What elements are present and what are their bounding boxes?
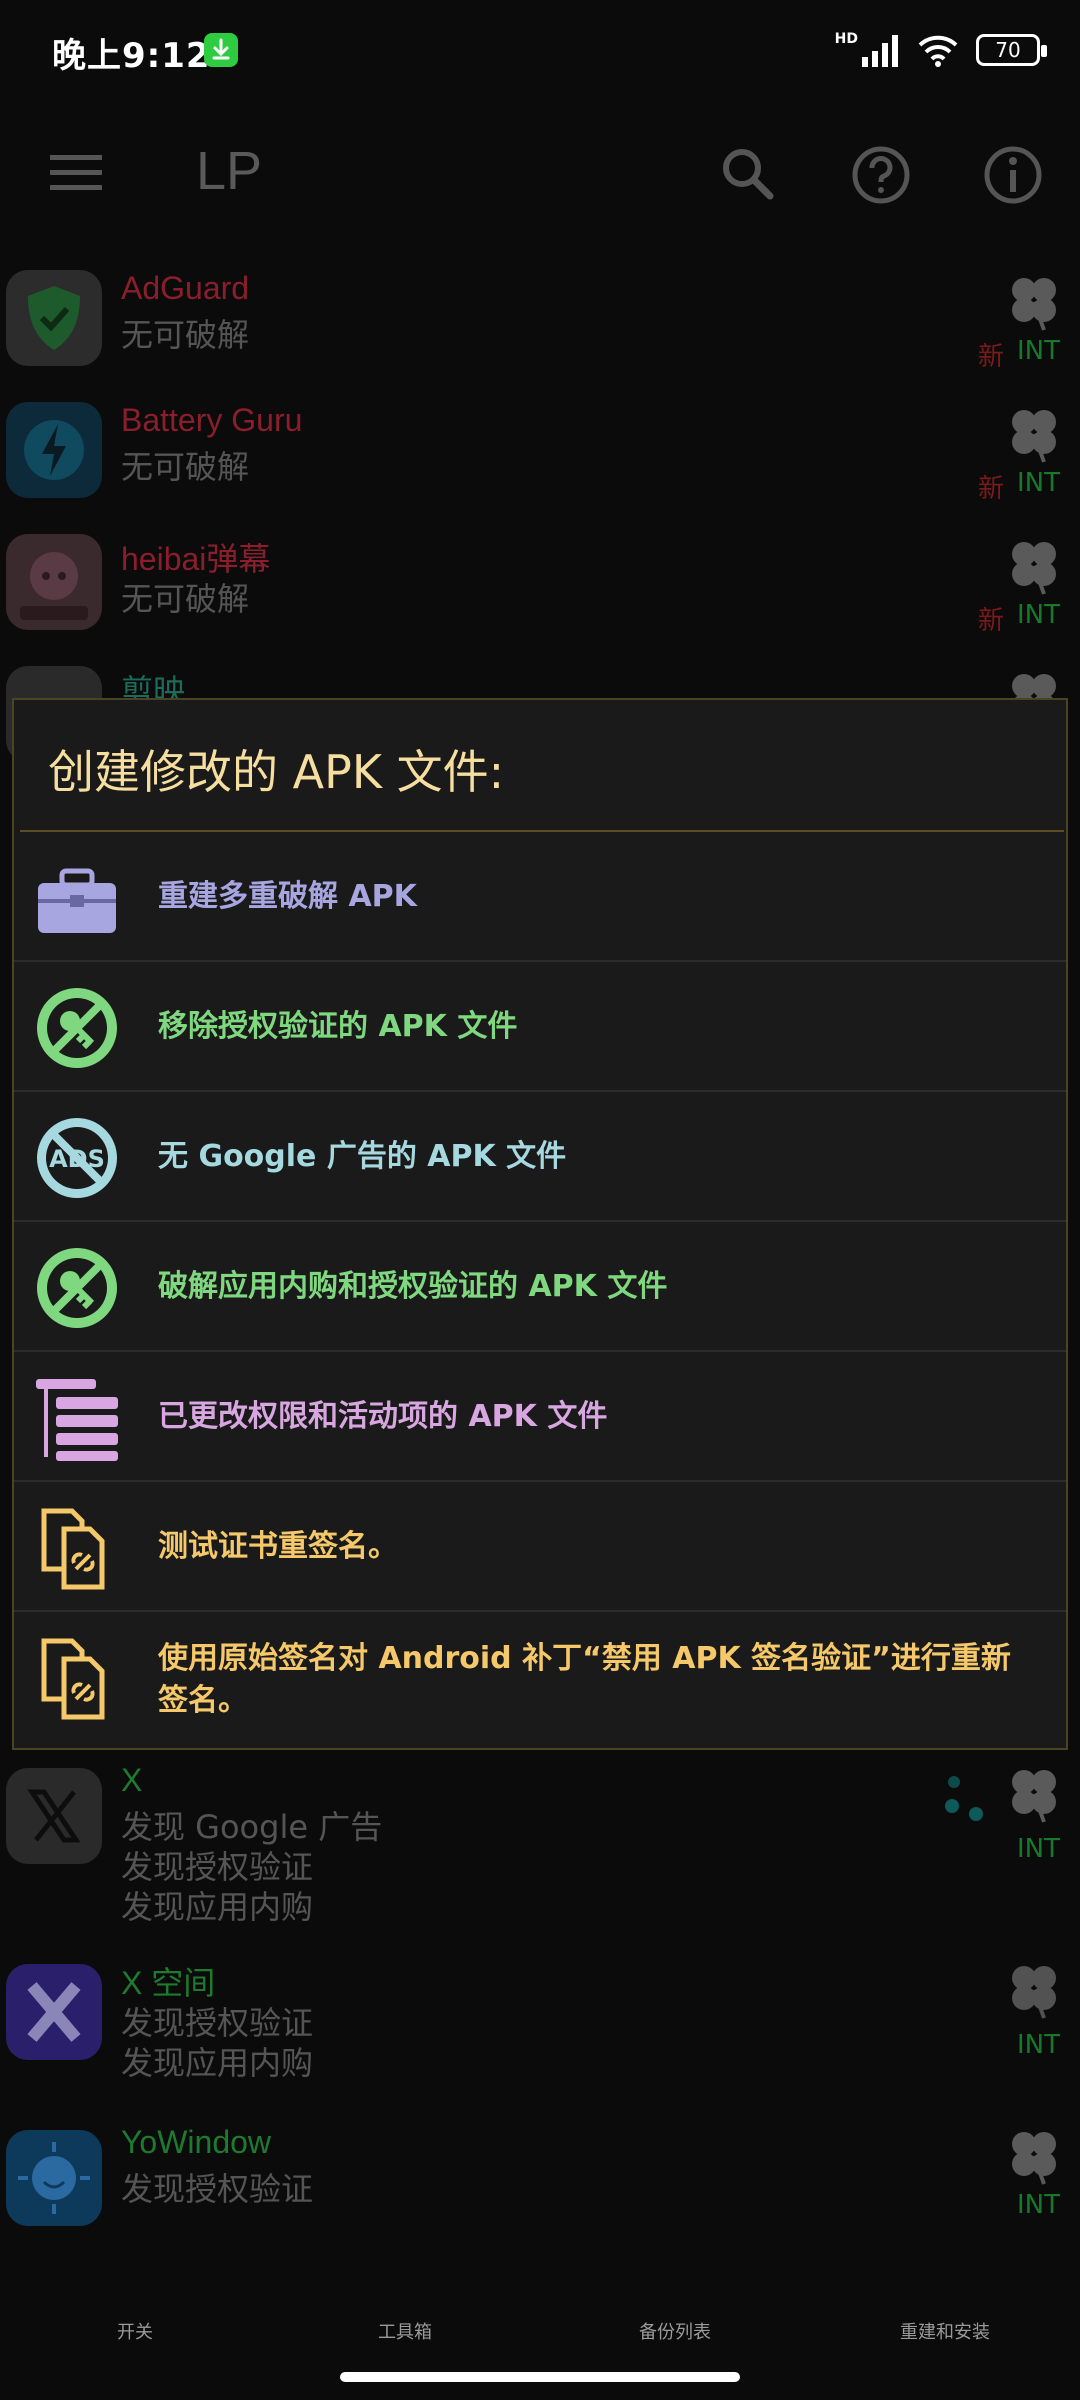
no-key-icon [32,983,122,1073]
int-badge: INT [1017,600,1060,630]
app-title: LP [196,141,263,201]
option-changed-permissions[interactable]: 已更改权限和活动项的 APK 文件 [14,1352,1066,1482]
option-original-sign-resign[interactable]: 使用原始签名对 Android 补丁“禁用 APK 签名验证”进行重新签名。 [14,1612,1066,1748]
network-label: HD [834,31,858,47]
clover-icon [1002,1958,1066,2022]
app-status: 无可破解 [121,448,250,486]
no-key-icon [32,1243,122,1333]
option-label: 重建多重破解 APK [158,879,417,914]
int-badge: INT [1017,468,1060,498]
clover-icon [1002,402,1066,466]
option-no-google-ads[interactable]: ADS 无 Google 广告的 APK 文件 [14,1092,1066,1222]
search-icon[interactable] [714,140,784,210]
new-badge: 新 [977,342,1004,372]
new-badge: 新 [977,606,1004,636]
create-apk-dialog: 创建修改的 APK 文件: 重建多重破解 APK 移除授权验证的 APK 文件 … [12,698,1068,1750]
list-item[interactable]: YoWindow 发现授权验证 INT [0,2124,1080,2256]
new-badge: 新 [977,474,1004,504]
int-badge: INT [1017,1834,1060,1864]
option-label: 测试证书重签名。 [158,1529,398,1564]
screen: { "status": {"time": "晚上9:12", "battery"… [0,0,1080,2400]
help-icon[interactable] [846,140,916,210]
battery-guru-app-icon [6,402,102,498]
list-item[interactable]: Battery Guru 无可破解 新 INT [0,402,1080,534]
clover-icon [1002,2124,1066,2188]
app-status: 发现授权验证 [121,2170,314,2208]
bottom-nav: 开关 工具箱 备份列表 重建和安装 [0,2290,1080,2370]
option-label: 破解应用内购和授权验证的 APK 文件 [158,1269,668,1304]
status-indicators: HD 70 [834,30,1047,70]
heibai-app-icon [6,534,102,630]
app-name: YoWindow [121,2124,272,2160]
clover-icon [1002,1762,1066,1826]
option-remove-license[interactable]: 移除授权验证的 APK 文件 [14,962,1066,1092]
status-bar: 晚上9:12 HD 70 [0,0,1080,100]
nav-rebuild-install[interactable]: 重建和安装 [900,2318,990,2344]
option-rebuild-multi-crack[interactable]: 重建多重破解 APK [14,832,1066,962]
list-item[interactable]: X 发现 Google 广告 发现授权验证 发现应用内购 INT [0,1762,1080,1952]
app-name: Battery Guru [121,402,303,438]
x-spaces-app-icon [6,1964,102,2060]
nav-toggle[interactable]: 开关 [117,2318,153,2344]
no-ads-icon: ADS [32,1113,122,1203]
x-app-icon [6,1768,102,1864]
yowindow-app-icon [6,2130,102,2226]
wifi-icon [918,35,958,67]
battery-level: 70 [995,38,1021,62]
dialog-title: 创建修改的 APK 文件: [48,745,505,799]
nav-backups[interactable]: 备份列表 [639,2318,711,2344]
list-item[interactable]: X 空间 发现授权验证 发现应用内购 INT [0,1958,1080,2090]
option-test-cert-resign[interactable]: 测试证书重签名。 [14,1482,1066,1612]
option-label: 已更改权限和活动项的 APK 文件 [158,1399,608,1434]
info-icon[interactable] [978,140,1048,210]
int-badge: INT [1017,2030,1060,2060]
certificate-files-icon [32,1633,122,1723]
status-time: 晚上9:12 [52,36,211,76]
signal-icon [862,35,898,67]
permissions-list-icon [32,1373,122,1463]
int-badge: INT [1017,336,1060,366]
nav-toolbox[interactable]: 工具箱 [378,2318,432,2344]
app-status: 无可破解 [121,580,250,618]
home-indicator[interactable] [340,2372,740,2382]
app-name: AdGuard [121,270,250,306]
clover-icon [1002,534,1066,598]
menu-icon[interactable] [48,145,104,201]
list-item[interactable]: AdGuard 无可破解 新 INT [0,270,1080,402]
app-bar: LP [0,100,1080,250]
app-status: 发现应用内购 [121,1888,314,1926]
adguard-app-icon [6,270,102,366]
option-label: 无 Google 广告的 APK 文件 [158,1139,567,1174]
list-item[interactable]: heibai弹幕 无可破解 新 INT [0,534,1080,666]
app-status: 无可破解 [121,316,250,354]
battery-icon: 70 [976,34,1047,66]
option-label: 移除授权验证的 APK 文件 [158,1009,518,1044]
toolbox-icon [32,853,122,943]
int-badge: INT [1017,2190,1060,2220]
app-status: 发现应用内购 [121,2044,314,2082]
certificate-files-icon [32,1503,122,1593]
download-notification-icon [204,33,238,67]
clover-icon [1002,270,1066,334]
app-name: X [121,1762,143,1798]
option-label: 使用原始签名对 Android 补丁“禁用 APK 签名验证”进行重新签名。 [158,1641,1011,1718]
google-ads-icon [942,1770,998,1826]
option-crack-iap-license[interactable]: 破解应用内购和授权验证的 APK 文件 [14,1222,1066,1352]
